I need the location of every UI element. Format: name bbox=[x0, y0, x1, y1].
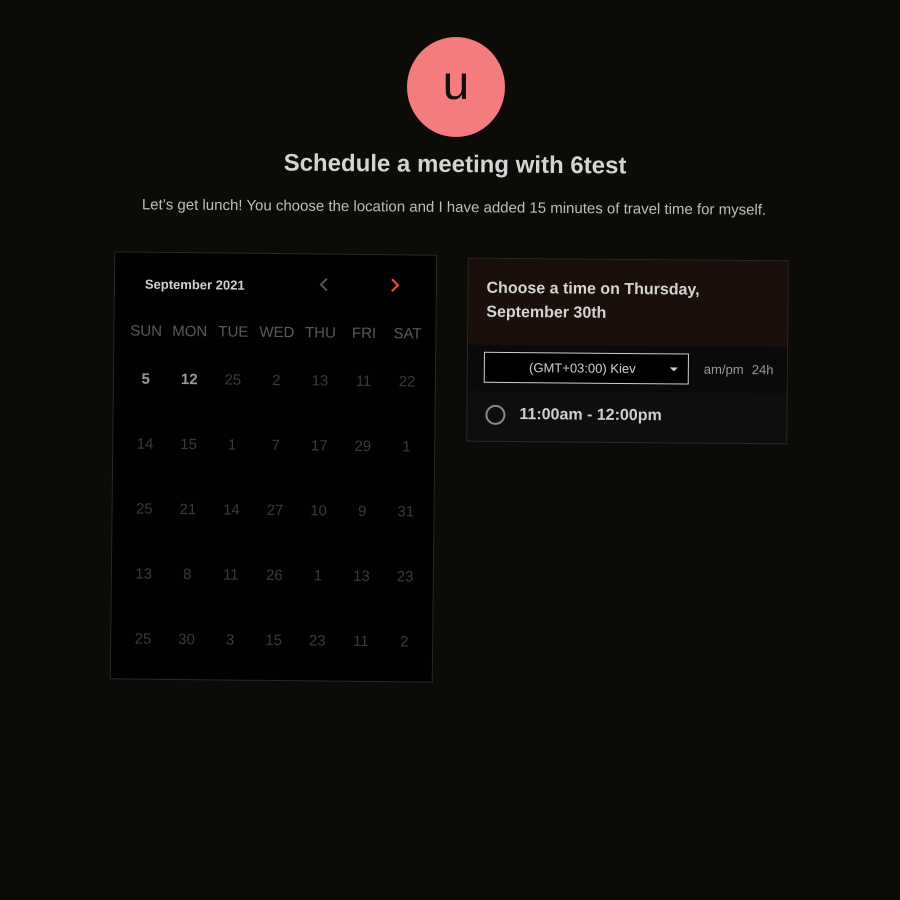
calendar-day: 25 bbox=[135, 500, 153, 518]
avatar-initial: u bbox=[442, 57, 470, 110]
weekday-label: TUE bbox=[218, 323, 249, 341]
page-description: Let’s get lunch! You choose the location… bbox=[141, 196, 767, 219]
calendar-day: 31 bbox=[397, 503, 415, 521]
timezone-select[interactable]: (GMT+03:00) Kiev bbox=[483, 351, 689, 385]
avatar: u bbox=[407, 37, 505, 137]
calendar-day: 8 bbox=[182, 566, 192, 584]
calendar-day: 13 bbox=[353, 567, 370, 586]
calendar-day: 14 bbox=[223, 501, 240, 519]
calendar-day: 2 bbox=[272, 371, 281, 390]
chevron-right-icon bbox=[391, 278, 400, 293]
weekday-label: MON bbox=[172, 322, 208, 341]
format-ampm-toggle[interactable]: am/pm bbox=[704, 362, 744, 377]
calendar-day: 27 bbox=[266, 501, 284, 520]
calendar-day[interactable]: 5 bbox=[123, 370, 167, 435]
calendar-day: 13 bbox=[135, 565, 153, 583]
calendar-day: 21 bbox=[179, 501, 197, 519]
time-slot[interactable]: 11:00am - 12:00pm bbox=[467, 391, 786, 442]
calendar-day: 3 bbox=[225, 631, 235, 649]
calendar-day: 29 bbox=[354, 437, 372, 456]
calendar-day: 17 bbox=[310, 437, 328, 455]
slots-heading: Choose a time on Thursday, September 30t… bbox=[468, 258, 788, 348]
weekday-header: SUN MON TUE WED THU FRI SAT bbox=[124, 322, 429, 342]
format-24h-toggle[interactable]: 24h bbox=[752, 362, 774, 377]
timezone-row: (GMT+03:00) Kiev am/pm 24h bbox=[467, 344, 788, 394]
calendar-day: 11 bbox=[355, 372, 372, 391]
calendar-day: 14 bbox=[136, 435, 154, 453]
caret-down-icon bbox=[669, 366, 678, 371]
calendar-day: 23 bbox=[308, 632, 326, 650]
time-slots-panel: Choose a time on Thursday, September 30t… bbox=[466, 257, 789, 445]
calendar-day: 10 bbox=[310, 502, 328, 520]
calendar-day: 11 bbox=[222, 566, 239, 584]
slots-heading-line1: Choose a time on Thursday, bbox=[486, 279, 700, 299]
calendar-day: 23 bbox=[396, 568, 414, 586]
timezone-value: (GMT+03:00) Kiev bbox=[528, 360, 636, 377]
page-title: Schedule a meeting with 6test bbox=[283, 149, 627, 180]
calendar-day: 15 bbox=[180, 436, 198, 454]
calendar-day: 9 bbox=[357, 502, 367, 520]
weekday-label: SUN bbox=[130, 322, 163, 340]
calendar-day: 26 bbox=[265, 566, 283, 585]
weekday-label: WED bbox=[259, 323, 295, 342]
calendar-day: 15 bbox=[265, 631, 283, 650]
weekday-label: SAT bbox=[393, 325, 422, 343]
calendar-day: 30 bbox=[178, 631, 195, 649]
slots-heading-line2: September 30th bbox=[486, 303, 607, 322]
calendar-day: 1 bbox=[402, 438, 411, 456]
prev-month-button[interactable] bbox=[312, 272, 336, 296]
calendar-month-label: September 2021 bbox=[144, 276, 245, 293]
calendar-day: 25 bbox=[224, 371, 242, 389]
calendar-day: 13 bbox=[311, 372, 329, 390]
booking-page: u Schedule a meeting with 6test Let’s ge… bbox=[0, 0, 900, 900]
radio-icon[interactable] bbox=[485, 404, 506, 425]
calendar-day: 7 bbox=[271, 436, 280, 455]
weekday-label: THU bbox=[304, 324, 336, 342]
calendar-day[interactable]: 12 bbox=[167, 371, 211, 436]
calendar-day: 25 bbox=[134, 630, 152, 648]
calendar-day: 2 bbox=[400, 633, 409, 651]
calendar-day: 1 bbox=[227, 436, 237, 454]
calendar-days-grid: 5 12 25 2 13 11 22 14 15 1 7 17 29 1 25 21 14 27 10 9 31 13 8 1… bbox=[121, 370, 429, 698]
calendar: September 2021 SUN MON TUE WED THU FRI S… bbox=[109, 251, 438, 683]
weekday-label: FRI bbox=[351, 324, 377, 343]
calendar-day: 11 bbox=[352, 632, 369, 651]
calendar-day: 22 bbox=[398, 373, 416, 391]
chevron-left-icon bbox=[319, 277, 328, 292]
time-slot-label: 11:00am - 12:00pm bbox=[519, 406, 662, 425]
next-month-button[interactable] bbox=[383, 273, 407, 297]
calendar-day: 1 bbox=[313, 567, 323, 585]
